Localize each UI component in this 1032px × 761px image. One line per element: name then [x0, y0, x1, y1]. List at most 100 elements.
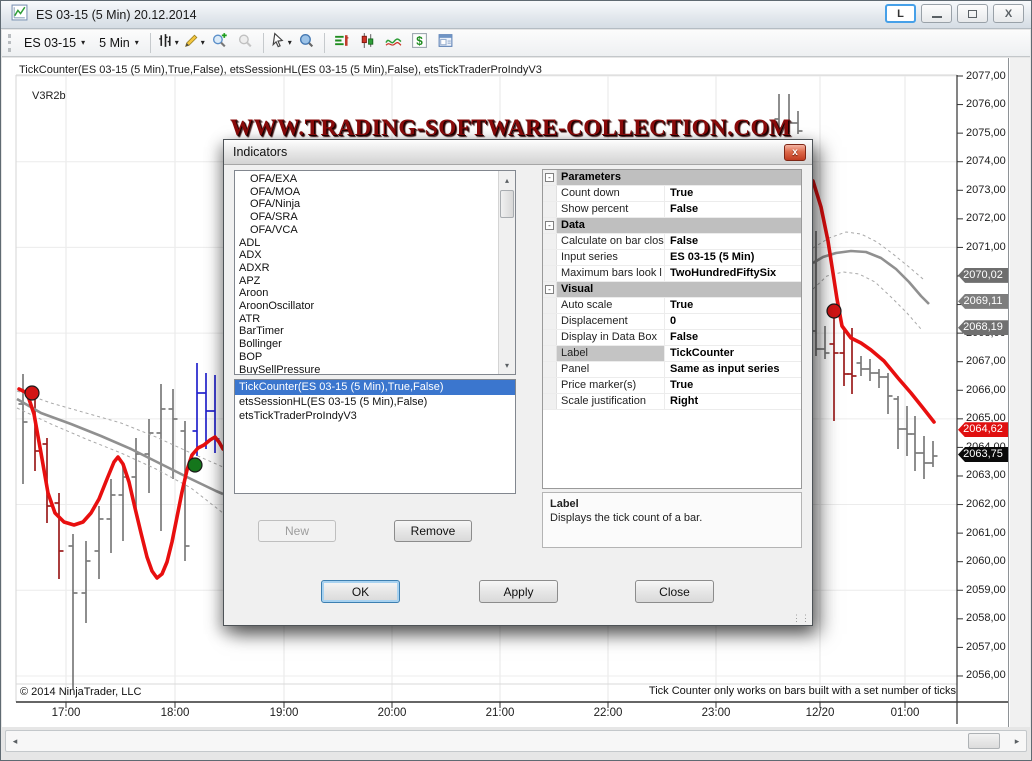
toolbar-grip[interactable] — [8, 34, 13, 52]
list-scrollbar-thumb[interactable] — [500, 190, 514, 218]
property-row[interactable]: Displacement0 — [543, 314, 801, 330]
time-axis-label: 17:00 — [36, 707, 96, 719]
property-row[interactable]: Calculate on bar closFalse — [543, 234, 801, 250]
zoom-out-button[interactable] — [233, 32, 259, 55]
indicator-list-item[interactable]: OFA/EXA — [235, 173, 498, 186]
new-button[interactable]: New — [258, 520, 336, 542]
close-icon: X — [1005, 8, 1012, 20]
property-row[interactable]: Auto scaleTrue — [543, 298, 801, 314]
scrollbar-thumb[interactable] — [968, 733, 1000, 749]
price-marker: 2070,02 — [958, 268, 1008, 283]
indicator-list-item[interactable]: ADL — [235, 237, 498, 250]
copyright-label: © 2014 NinjaTrader, LLC — [20, 686, 141, 698]
indicator-list-item[interactable]: BOP — [235, 351, 498, 364]
right-panel-splitter[interactable] — [1008, 58, 1030, 727]
drawing-tools-button[interactable]: ▾ — [181, 32, 207, 55]
cursor-button[interactable]: ▾ — [268, 32, 294, 55]
dialog-resize-grip[interactable]: ⋮⋮ — [792, 613, 810, 624]
list-vertical-scrollbar[interactable]: ▴ ▾ — [498, 171, 515, 374]
scroll-left-arrow-icon[interactable]: ◂ — [6, 731, 24, 751]
property-row[interactable]: Display in Data BoxFalse — [543, 330, 801, 346]
scroll-down-arrow-icon[interactable]: ▾ — [499, 357, 515, 373]
status-note: Tick Counter only works on bars built wi… — [649, 685, 956, 697]
indicator-list-item[interactable]: Aroon — [235, 287, 498, 300]
close-button[interactable]: X — [993, 4, 1024, 23]
price-axis-label: 2063,00 — [966, 469, 1006, 481]
data-box-button[interactable] — [294, 32, 320, 55]
price-axis-label: 2077,00 — [966, 70, 1006, 82]
indicator-list-item[interactable]: OFA/SRA — [235, 211, 498, 224]
selected-indicator-item[interactable]: TickCounter(ES 03-15 (5 Min),True,False) — [235, 380, 515, 395]
collapse-icon[interactable]: - — [545, 285, 554, 294]
property-row[interactable]: Show percentFalse — [543, 202, 801, 218]
price-marker: 2063,75 — [958, 447, 1008, 462]
toolbar-separator — [263, 33, 264, 53]
instrument-selector[interactable]: ES 03-15▾ — [17, 33, 92, 53]
selected-indicators-list[interactable]: TickCounter(ES 03-15 (5 Min),True,False)… — [234, 379, 516, 494]
bar-type-button[interactable]: ▾ — [155, 32, 181, 55]
indicator-list-item[interactable]: BuySellPressure — [235, 364, 498, 375]
svg-text:$: $ — [416, 35, 423, 48]
property-row[interactable]: Count downTrue — [543, 186, 801, 202]
collapse-icon[interactable]: - — [545, 221, 554, 230]
property-row[interactable]: PanelSame as input series — [543, 362, 801, 378]
price-axis-label: 2056,00 — [966, 669, 1006, 681]
indicator-list-item[interactable]: OFA/MOA — [235, 186, 498, 199]
wave-icon — [385, 32, 402, 54]
scroll-up-arrow-icon[interactable]: ▴ — [499, 172, 515, 188]
indicator-list-item[interactable]: ADXR — [235, 262, 498, 275]
dialog-close-button[interactable]: x — [784, 144, 806, 161]
minimize-icon — [932, 15, 942, 18]
time-axis-label: 19:00 — [254, 707, 314, 719]
indicator-list-item[interactable]: Bollinger — [235, 338, 498, 351]
property-row[interactable]: Price marker(s)True — [543, 378, 801, 394]
close-dialog-button[interactable]: Close — [635, 580, 714, 603]
zoom-in-icon — [211, 32, 228, 54]
restore-button[interactable] — [957, 4, 988, 23]
log-button[interactable]: L — [885, 4, 916, 23]
dialog-title-bar[interactable]: Indicators x — [224, 140, 812, 165]
chart-trader-button[interactable] — [355, 32, 381, 55]
indicator-list-item[interactable]: AroonOscillator — [235, 300, 498, 313]
account-button[interactable]: $ — [407, 32, 433, 55]
property-group-header[interactable]: -Parameters — [543, 170, 801, 186]
properties-button[interactable] — [433, 32, 459, 55]
indicator-list-item[interactable]: ADX — [235, 249, 498, 262]
apply-button[interactable]: Apply — [479, 580, 558, 603]
available-indicators-list[interactable]: OFA/EXAOFA/MOAOFA/NinjaOFA/SRAOFA/VCAADL… — [234, 170, 516, 375]
zoom-in-button[interactable] — [207, 32, 233, 55]
chevron-down-icon: ▾ — [288, 39, 292, 47]
market-analyzer-button[interactable] — [329, 32, 355, 55]
property-description-text: Displays the tick count of a bar. — [550, 512, 794, 524]
selected-indicator-item[interactable]: etsTickTraderProIndyV3 — [235, 409, 515, 424]
dollar-icon: $ — [411, 32, 428, 54]
ok-button[interactable]: OK — [321, 580, 400, 603]
indicator-property-grid[interactable]: -ParametersCount downTrueShow percentFal… — [542, 169, 802, 489]
interval-selector[interactable]: 5 Min▾ — [92, 33, 146, 53]
indicator-list-item[interactable]: BarTimer — [235, 325, 498, 338]
horizontal-scrollbar[interactable]: ◂ ▸ — [5, 730, 1027, 752]
indicator-list-item[interactable]: ATR — [235, 313, 498, 326]
indicator-list-item[interactable]: OFA/Ninja — [235, 198, 498, 211]
scroll-right-arrow-icon[interactable]: ▸ — [1008, 731, 1026, 751]
chart-version-label: V3R2b — [32, 90, 66, 102]
property-description-title: Label — [550, 498, 794, 510]
selected-indicator-item[interactable]: etsSessionHL(ES 03-15 (5 Min),False) — [235, 395, 515, 410]
collapse-icon[interactable]: - — [545, 173, 554, 182]
property-row[interactable]: Scale justificationRight — [543, 394, 801, 410]
price-axis-label: 2067,00 — [966, 355, 1006, 367]
property-group-header[interactable]: -Data — [543, 218, 801, 234]
regions-button[interactable] — [381, 32, 407, 55]
property-description-box: Label Displays the tick count of a bar. — [542, 492, 802, 548]
magnifier-blue-icon — [298, 32, 315, 54]
property-row[interactable]: LabelTickCounter — [543, 346, 801, 362]
property-row[interactable]: Maximum bars look lTwoHundredFiftySix — [543, 266, 801, 282]
minimize-button[interactable] — [921, 4, 952, 23]
price-marker: 2069,11 — [958, 294, 1008, 309]
indicator-list-item[interactable]: OFA/VCA — [235, 224, 498, 237]
property-row[interactable]: Input seriesES 03-15 (5 Min) — [543, 250, 801, 266]
remove-button[interactable]: Remove — [394, 520, 472, 542]
indicator-list-item[interactable]: APZ — [235, 275, 498, 288]
bars-icon — [157, 32, 174, 54]
property-group-header[interactable]: -Visual — [543, 282, 801, 298]
